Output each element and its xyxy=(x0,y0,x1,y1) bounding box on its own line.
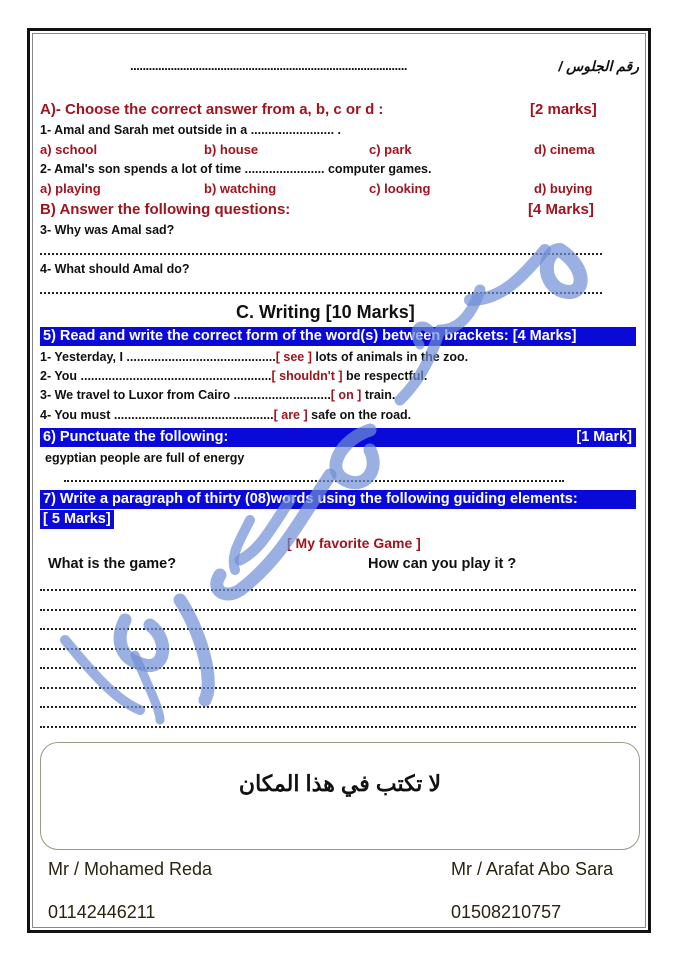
section-b-marks: [4 Marks] xyxy=(528,201,594,218)
do-not-write-text: لا تكتب في هذا المكان xyxy=(238,771,442,796)
teacher-1-phone: 01142446211 xyxy=(48,902,156,922)
paragraph-answer-line[interactable] xyxy=(40,608,636,611)
question-4: 4- What should Amal do? xyxy=(40,262,190,276)
section-a-marks: [2 marks] xyxy=(530,101,597,118)
q5-item-4-before: 4- You must ............................… xyxy=(40,408,274,422)
q7-guide-1: What is the game? xyxy=(48,556,177,572)
q1-option-d[interactable]: d) cinema xyxy=(534,142,595,157)
do-not-write-box: لا تكتب في هذا المكان xyxy=(40,742,640,850)
q5-item-1-bracket: [ see ] xyxy=(275,350,312,364)
paragraph-answer-line[interactable] xyxy=(40,667,636,669)
teacher-1-name: Mr / Mohamed Reda xyxy=(48,859,213,879)
paragraph-answer-line[interactable] xyxy=(40,686,636,689)
q1-option-c[interactable]: c) park xyxy=(369,142,412,157)
q7-topic: [ My favorite Game ] xyxy=(287,535,421,551)
q7-guide-2: How can you play it ? xyxy=(368,556,517,572)
paragraph-answer-line[interactable] xyxy=(40,725,636,728)
seat-number-label: رقم الجلوس / xyxy=(558,58,639,74)
q7-title-bar-line1: 7) Write a paragraph of thirty (08)words… xyxy=(40,490,636,509)
q5-item-2-after: be respectful. xyxy=(342,369,428,383)
q7-title-bar-line2: [ 5 Marks] xyxy=(40,510,114,529)
answer-line-q4[interactable] xyxy=(40,292,602,294)
answer-line-q3[interactable] xyxy=(40,253,602,255)
q5-item-2-before: 2- You .................................… xyxy=(40,369,272,383)
q5-item-2-bracket: [ shouldn't ] xyxy=(271,369,343,383)
seat-number-field[interactable]: ........................................… xyxy=(130,58,407,73)
teacher-2-phone: 01508210757 xyxy=(451,902,562,922)
paragraph-answer-line[interactable] xyxy=(40,706,636,708)
section-b-title: B) Answer the following questions: xyxy=(40,201,291,218)
q2-option-b[interactable]: b) watching xyxy=(204,181,276,196)
q5-item-3-before: 3- We travel to Luxor from Cairo .......… xyxy=(40,388,331,402)
paragraph-answer-line[interactable] xyxy=(40,647,636,650)
q5-item-1: 1- Yesterday, I ........................… xyxy=(40,350,468,364)
q6-marks: [1 Mark] xyxy=(576,429,632,445)
q5-item-3-bracket: [ on ] xyxy=(330,388,362,402)
q5-item-1-before: 1- Yesterday, I ........................… xyxy=(40,350,276,364)
teacher-2-name: Mr / Arafat Abo Sara xyxy=(451,859,614,879)
q5-item-4: 4- You must ............................… xyxy=(40,408,411,422)
section-c-title: C. Writing [10 Marks] xyxy=(236,302,415,322)
q5-item-4-bracket: [ are ] xyxy=(273,408,308,422)
q5-title-bar: 5) Read and write the correct form of th… xyxy=(40,327,636,346)
q5-item-3-after: train. xyxy=(361,388,396,402)
q2-option-a[interactable]: a) playing xyxy=(40,181,101,196)
section-a-title: A)- Choose the correct answer from a, b,… xyxy=(40,101,384,118)
question-3: 3- Why was Amal sad? xyxy=(40,223,175,237)
q2-option-c[interactable]: c) looking xyxy=(369,181,430,196)
q5-item-2: 2- You .................................… xyxy=(40,369,427,383)
q1-option-b[interactable]: b) house xyxy=(204,142,258,157)
q6-sentence: egyptian people are full of energy xyxy=(45,451,245,465)
q6-title: 6) Punctuate the following: xyxy=(43,429,229,445)
paragraph-answer-line[interactable] xyxy=(40,628,636,630)
answer-line-q6[interactable] xyxy=(64,480,564,482)
question-2: 2- Amal's son spends a lot of time .....… xyxy=(40,162,432,176)
q5-item-3: 3- We travel to Luxor from Cairo .......… xyxy=(40,388,395,402)
q5-item-4-after: safe on the road. xyxy=(307,408,412,422)
paragraph-answer-line[interactable] xyxy=(40,589,636,591)
q1-option-a[interactable]: a) school xyxy=(40,142,97,157)
question-1: 1- Amal and Sarah met outside in a .....… xyxy=(40,123,341,137)
q5-item-1-after: lots of animals in the zoo. xyxy=(311,350,469,364)
q2-option-d[interactable]: d) buying xyxy=(534,181,593,196)
q6-title-bar: 6) Punctuate the following: [1 Mark] xyxy=(40,428,636,447)
